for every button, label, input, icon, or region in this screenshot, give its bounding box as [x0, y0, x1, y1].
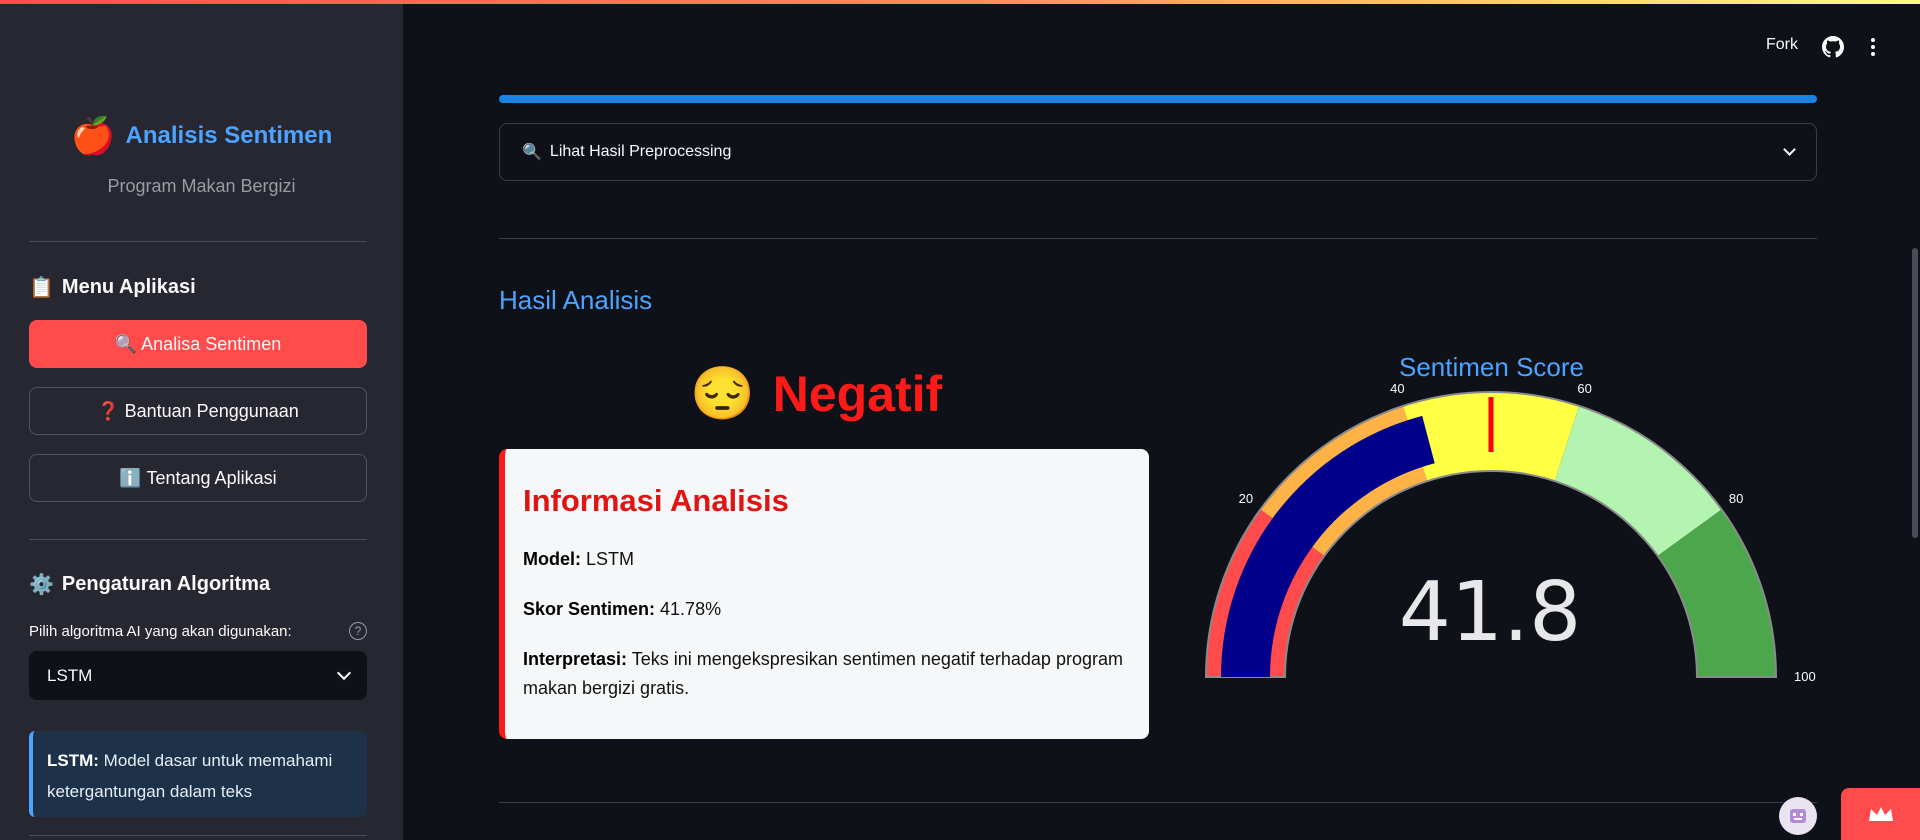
algorithm-select-label-text: Pilih algoritma AI yang akan digunakan: — [29, 622, 292, 640]
gauge-tick-label: 80 — [1729, 491, 1743, 506]
menu-heading-text: Menu Aplikasi — [61, 276, 196, 298]
menu-button-bantuan-penggunaan[interactable]: ❓ Bantuan Penggunaan — [29, 387, 367, 435]
sentiment-label: Negatif — [772, 366, 943, 422]
help-icon[interactable]: ? — [349, 622, 367, 640]
settings-heading-text: Pengaturan Algoritma — [61, 573, 271, 595]
menu-button-tentang-aplikasi[interactable]: ℹ️ Tentang Aplikasi — [29, 454, 367, 502]
preprocessing-expander[interactable]: 🔍 Lihat Hasil Preprocessing — [499, 123, 1817, 181]
crown-icon[interactable] — [1841, 788, 1920, 840]
card-title: Informasi Analisis — [523, 483, 789, 518]
pensive-face-icon: 😔 — [690, 365, 755, 423]
settings-heading: ⚙️ Pengaturan Algoritma — [29, 572, 270, 597]
card-interpretation-label: Interpretasi: — [523, 649, 628, 669]
apple-icon: 🍎 — [70, 115, 116, 156]
fork-button[interactable]: Fork — [1766, 36, 1798, 54]
expander-label: Lihat Hasil Preprocessing — [549, 143, 732, 160]
brand-subtitle: Program Makan Bergizi — [107, 176, 296, 196]
progress-bar-fill — [499, 95, 1817, 103]
main-divider — [499, 238, 1817, 239]
top-decoration-stripe — [0, 0, 1920, 4]
search-icon: 🔍 — [522, 144, 542, 161]
gauge-tick-label: 40 — [1390, 381, 1404, 396]
card-model-row: Model: LSTM — [523, 545, 1131, 574]
algorithm-select[interactable]: LSTM — [29, 651, 367, 700]
algorithm-select-label: Pilih algoritma AI yang akan digunakan: … — [29, 622, 367, 640]
chevron-down-icon — [1783, 143, 1796, 156]
github-icon[interactable] — [1822, 36, 1844, 58]
sentiment-verdict: 😔 Negatif — [690, 365, 942, 423]
chevron-down-icon — [336, 665, 352, 681]
section-title: Hasil Analisis — [499, 285, 653, 315]
card-score-label: Skor Sentimen: — [523, 599, 656, 619]
algorithm-info-box: LSTM: Model dasar untuk memahami keterga… — [29, 731, 367, 817]
card-interpretation-row: Interpretasi: Teks ini mengekspresikan s… — [523, 645, 1131, 703]
card-model-value: LSTM — [581, 549, 635, 569]
card-score-row: Skor Sentimen: 41.78% — [523, 595, 1131, 624]
gauge-tick-label: 100 — [1794, 669, 1816, 684]
brand: 🍎 Analisis Sentimen Program Makan Bergiz… — [0, 118, 403, 197]
gear-icon: ⚙️ — [29, 574, 54, 596]
gauge-tick-label: 20 — [1239, 491, 1253, 506]
sidebar-divider — [29, 539, 367, 540]
sidebar: 🍎 Analisis Sentimen Program Makan Bergiz… — [0, 0, 403, 840]
more-vert-icon[interactable] — [1866, 36, 1880, 58]
progress-bar — [499, 95, 1817, 103]
clipboard-icon: 📋 — [29, 277, 54, 299]
sidebar-divider — [29, 241, 367, 242]
gauge-tick-label: 60 — [1577, 381, 1591, 396]
card-score-value: 41.78% — [655, 599, 722, 619]
main-divider — [499, 802, 1817, 803]
analysis-info-card: Informasi Analisis Model: LSTM Skor Sent… — [499, 449, 1149, 739]
brand-title: Analisis Sentimen — [125, 122, 333, 149]
algorithm-select-value: LSTM — [47, 665, 93, 685]
sidebar-divider — [29, 835, 367, 836]
card-model-label: Model: — [523, 549, 581, 569]
gauge-value: 41.8 — [1398, 565, 1582, 660]
algorithm-info-name: LSTM: — [47, 751, 99, 770]
avatar-icon[interactable] — [1779, 797, 1817, 835]
menu-button-analisa-sentimen[interactable]: 🔍 Analisa Sentimen — [29, 320, 367, 368]
menu-heading: 📋 Menu Aplikasi — [29, 275, 196, 300]
scrollbar[interactable] — [1912, 248, 1918, 538]
